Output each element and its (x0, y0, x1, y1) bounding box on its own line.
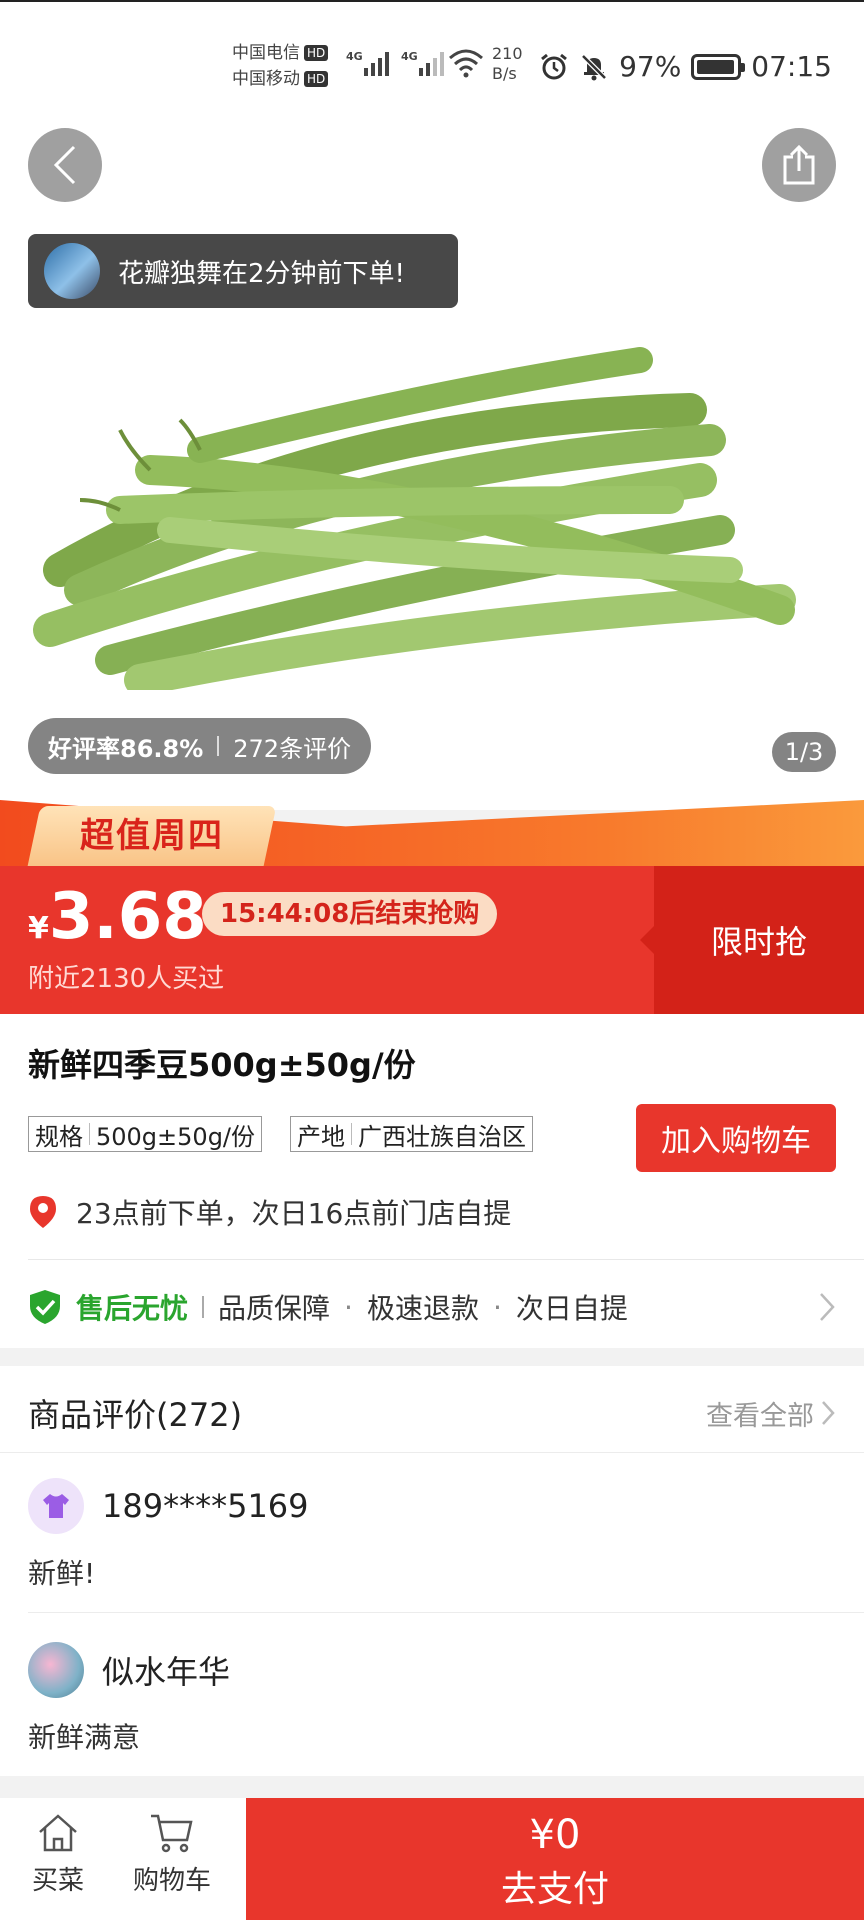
battery-percent: 97% (619, 50, 682, 83)
hd-badge: HD (304, 45, 329, 61)
chevron-left-icon (53, 145, 76, 185)
tshirt-icon (43, 1494, 69, 1518)
cart-icon (151, 1814, 193, 1853)
product-gallery[interactable]: 花瓣独舞在2分钟前下单! 好评率86.8% 272条评价 1/3 (0, 120, 864, 810)
alarm-icon (541, 53, 567, 79)
network-speed: 210 B/s (492, 44, 523, 83)
home-icon (39, 1814, 77, 1852)
rating-summary[interactable]: 好评率86.8% 272条评价 (28, 718, 372, 774)
origin-tag: 产地 广西壮族自治区 (290, 1116, 533, 1152)
review-text: 新鲜! (28, 1557, 96, 1590)
hd-badge: HD (304, 71, 329, 87)
after-sales-guarantee[interactable]: 售后无忧 品质保障 · 极速退款 · 次日自提 (28, 1282, 836, 1332)
review-count: 272条评价 (233, 734, 352, 763)
spec-tag: 规格 500g±50g/份 (28, 1116, 263, 1152)
product-title: 新鲜四季豆500g±50g/份 (28, 1046, 416, 1084)
tab-cart[interactable]: 购物车 (122, 1812, 222, 1897)
guarantee-item: 品质保障 (218, 1292, 331, 1325)
price: ¥3.68 (28, 880, 207, 954)
product-info: 新鲜四季豆500g±50g/份 规格 500g±50g/份 产地 广西壮族自治区 加… (0, 1014, 864, 1348)
tab-home[interactable]: 买菜 (8, 1812, 108, 1897)
guarantee-item: 极速退款 (366, 1292, 479, 1325)
signal-icon: 4G (346, 50, 389, 76)
review-item: 189****5169 新鲜! (28, 1478, 836, 1592)
reviewer-name: 似水年华 (102, 1653, 231, 1691)
wifi-icon (449, 49, 483, 78)
shield-check-icon (30, 1290, 60, 1324)
location-pin-icon (30, 1196, 56, 1228)
signal-icons: 4G 4G (346, 50, 444, 76)
flash-sale-label: 限时抢 (640, 866, 864, 1014)
battery-icon (691, 53, 746, 80)
signal-icon: 4G (401, 50, 444, 76)
reviews-section: 商品评价(272) 查看全部 189****5169 新鲜! 似水年华 新鲜满意 (0, 1366, 864, 1776)
cart-total: ¥0 (529, 1812, 581, 1858)
clock: 07:15 (751, 50, 832, 83)
positive-rate: 好评率86.8% (48, 734, 204, 763)
avatar (44, 243, 100, 299)
back-button[interactable] (28, 128, 102, 202)
guarantee-title: 售后无忧 (76, 1292, 189, 1325)
countdown-timer: 15:44:08后结束抢购 (202, 892, 498, 936)
network-type: 4G (401, 50, 418, 63)
add-to-cart-button[interactable]: 加入购物车 (636, 1104, 836, 1172)
view-all-reviews-link[interactable]: 查看全部 (706, 1394, 836, 1433)
carrier-2: 中国移动 (232, 69, 300, 89)
reviewer-name: 189****5169 (102, 1487, 309, 1525)
avatar (28, 1478, 84, 1534)
image-pager: 1/3 (772, 732, 836, 772)
review-item: 似水年华 新鲜满意 (28, 1642, 836, 1756)
chevron-right-icon (822, 1401, 835, 1425)
checkout-label: 去支付 (500, 1869, 609, 1910)
bottom-bar: 买菜 购物车 ¥0 去支付 (0, 1798, 864, 1920)
chevron-right-icon (820, 1293, 835, 1321)
green-beans-image (33, 347, 796, 690)
status-bar: 中国电信 HD 中国移动 HD 4G 4G 210 B/s 97% 07:15 (0, 0, 864, 120)
recent-order-text: 花瓣独舞在2分钟前下单! (118, 258, 405, 289)
pickup-info: 23点前下单，次日16点前门店自提 (28, 1192, 511, 1232)
recent-order-toast: 花瓣独舞在2分钟前下单! (28, 234, 458, 308)
promo-tag: 超值周四 (27, 806, 277, 866)
checkout-button[interactable]: ¥0 去支付 (246, 1798, 864, 1920)
carrier-info: 中国电信 HD 中国移动 HD (232, 40, 329, 92)
network-type: 4G (346, 50, 363, 63)
carrier-1: 中国电信 (232, 43, 300, 63)
guarantee-item: 次日自提 (515, 1292, 628, 1325)
review-text: 新鲜满意 (28, 1721, 141, 1754)
mute-bell-icon (581, 53, 607, 80)
price-bar: ¥3.68 15:44:08后结束抢购 附近2130人买过 限时抢 (0, 866, 864, 1014)
reviews-title: 商品评价(272) (28, 1396, 243, 1434)
status-right: 97% 07:15 (539, 50, 832, 83)
share-button[interactable] (762, 128, 836, 202)
share-icon (783, 144, 815, 185)
buyers-count: 附近2130人买过 (28, 964, 225, 994)
avatar (28, 1642, 84, 1698)
